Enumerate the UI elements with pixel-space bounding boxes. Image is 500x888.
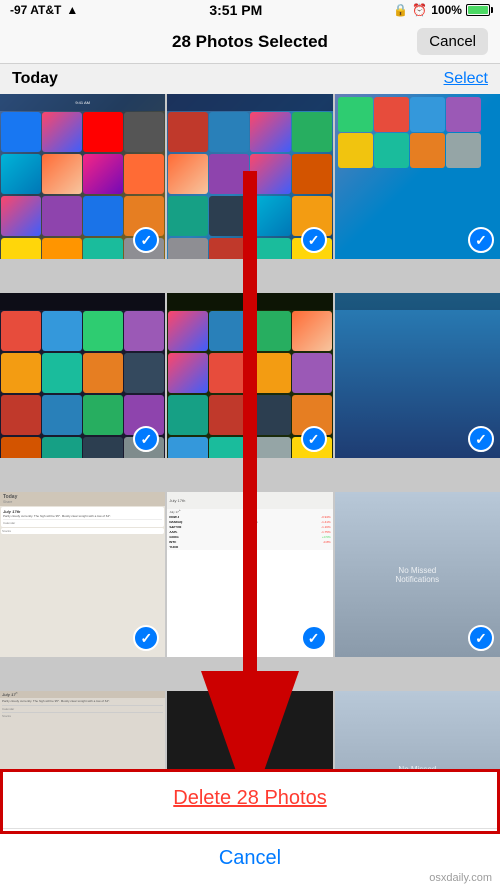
photo-cell[interactable] bbox=[335, 94, 500, 259]
battery-text: 100% bbox=[431, 3, 462, 17]
carrier-text: -97 AT&T bbox=[10, 3, 61, 17]
wifi-icon: ▲ bbox=[66, 3, 78, 17]
section-header: Today Select bbox=[0, 64, 500, 94]
check-badge bbox=[301, 227, 327, 253]
status-left: -97 AT&T ▲ bbox=[10, 3, 78, 17]
select-link[interactable]: Select bbox=[444, 70, 488, 88]
section-title: Today bbox=[12, 70, 58, 88]
photo-cell[interactable]: Today Share July 17th Partly cloudy curr… bbox=[0, 492, 165, 657]
photo-cell[interactable] bbox=[335, 293, 500, 458]
battery-icon bbox=[466, 4, 490, 16]
nav-bar: 28 Photos Selected Cancel bbox=[0, 20, 500, 64]
photo-cell[interactable]: July 17th July 17th DOW J 16,576.81 -0.9… bbox=[167, 492, 332, 657]
page-container: -97 AT&T ▲ 3:51 PM 🔒 ⏰ 100% 28 Photos Se… bbox=[0, 0, 500, 888]
alarm-icon: ⏰ bbox=[412, 3, 427, 17]
lock-icon: 🔒 bbox=[393, 3, 408, 17]
nav-title: 28 Photos Selected bbox=[172, 32, 328, 52]
status-bar: -97 AT&T ▲ 3:51 PM 🔒 ⏰ 100% bbox=[0, 0, 500, 20]
photo-cell[interactable] bbox=[167, 94, 332, 259]
photo-cell[interactable] bbox=[167, 293, 332, 458]
time-display: 3:51 PM bbox=[209, 2, 262, 18]
nav-cancel-button[interactable]: Cancel bbox=[417, 28, 488, 55]
watermark: osxdaily.com bbox=[429, 872, 492, 884]
check-badge bbox=[301, 625, 327, 651]
cancel-button[interactable]: Cancel bbox=[0, 829, 500, 888]
notification-text: No MissedNotifications bbox=[396, 566, 440, 584]
photo-cell[interactable] bbox=[0, 293, 165, 458]
photo-cell[interactable]: 9:41 AM bbox=[0, 94, 165, 259]
status-right: 🔒 ⏰ 100% bbox=[393, 3, 490, 17]
photo-cell[interactable]: No MissedNotifications bbox=[335, 492, 500, 657]
bottom-sheet: Delete 28 Photos Cancel bbox=[0, 769, 500, 888]
delete-button[interactable]: Delete 28 Photos bbox=[0, 769, 500, 829]
check-badge bbox=[301, 426, 327, 452]
